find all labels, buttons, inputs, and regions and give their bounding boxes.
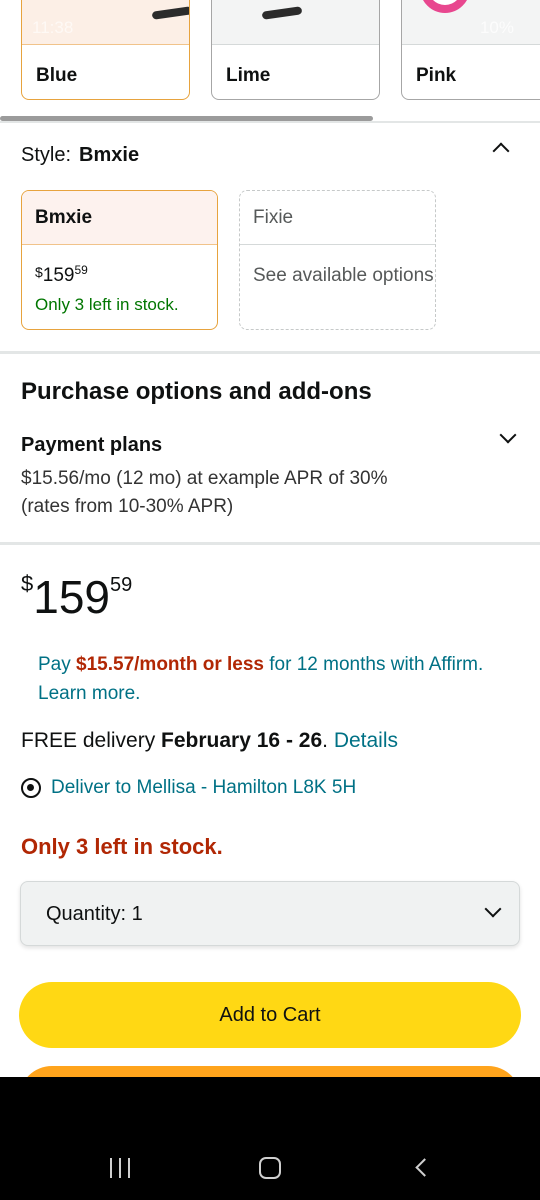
- color-option-label: Lime: [226, 65, 271, 86]
- affirm-financing[interactable]: Pay $15.57/month or less for 12 months w…: [38, 650, 508, 708]
- style-label: Style: Bmxie: [21, 144, 139, 167]
- quantity-label-text: Quantity:: [46, 903, 127, 925]
- quantity-value: 1: [131, 903, 143, 925]
- style-option-stock: Only 3 left in stock.: [35, 295, 179, 314]
- price-currency: $: [35, 264, 43, 280]
- price-whole: 159: [42, 265, 75, 286]
- color-thumbnail-pink: [402, 0, 540, 45]
- purchase-options-title: Purchase options and add-ons: [21, 378, 372, 405]
- swatch-scrollbar[interactable]: [0, 116, 373, 121]
- color-option-pink[interactable]: Pink: [401, 0, 540, 100]
- affirm-amount: $15.57/month or less: [76, 654, 264, 675]
- deliver-to-link[interactable]: Deliver to Mellisa - Hamilton L8K 5H: [51, 777, 356, 799]
- back-icon[interactable]: [415, 1158, 434, 1177]
- swatch-scrollbar-track: [0, 121, 540, 123]
- style-option-availability: See available options: [253, 265, 434, 286]
- chevron-down-icon[interactable]: [499, 426, 517, 444]
- section-divider: [0, 542, 540, 545]
- color-option-label: Blue: [36, 65, 78, 86]
- style-option-fixie[interactable]: Fixie See available options: [239, 190, 436, 330]
- style-selected-value: Bmxie: [79, 144, 140, 166]
- price: $15959: [21, 570, 132, 624]
- delivery-prefix: FREE delivery: [21, 729, 156, 752]
- quantity-label: Quantity: 1: [46, 903, 143, 926]
- color-option-lime[interactable]: Lime: [211, 0, 380, 100]
- affirm-prefix: Pay: [38, 654, 71, 675]
- price-fraction: 59: [74, 263, 88, 277]
- section-divider: [0, 351, 540, 354]
- quantity-select[interactable]: Quantity: 1: [20, 881, 520, 946]
- affirm-suffix: for 12 months with Affirm.: [269, 654, 484, 675]
- location-pin-icon: [21, 778, 41, 798]
- chevron-up-icon[interactable]: [492, 142, 510, 160]
- style-option-name: Fixie: [240, 191, 435, 245]
- delivery-details-link[interactable]: Details: [334, 729, 398, 752]
- delivery-info: FREE delivery February 16 - 26. Details: [21, 729, 399, 752]
- price-fraction: 59: [110, 574, 133, 596]
- color-option-blue[interactable]: Blue: [21, 0, 190, 100]
- home-icon[interactable]: [259, 1157, 281, 1179]
- stock-message: Only 3 left in stock.: [21, 834, 223, 859]
- delivery-dates: February 16 - 26: [161, 729, 323, 752]
- chevron-down-icon: [484, 900, 502, 918]
- price-whole: 159: [33, 571, 110, 623]
- affirm-learn-more-link[interactable]: Learn more.: [38, 683, 140, 704]
- color-thumbnail-lime: [212, 0, 379, 45]
- style-label-text: Style:: [21, 144, 72, 166]
- price-currency: $: [21, 571, 34, 596]
- add-to-cart-button[interactable]: Add to Cart: [19, 982, 521, 1048]
- style-option-price: $15959: [35, 263, 88, 287]
- style-option-name: Bmxie: [22, 191, 217, 245]
- color-option-label: Pink: [416, 65, 457, 86]
- color-thumbnail-blue: [22, 0, 189, 45]
- recent-apps-icon[interactable]: [107, 1158, 133, 1178]
- payment-plans-title[interactable]: Payment plans: [21, 434, 162, 457]
- system-nav-bar: [0, 1077, 540, 1200]
- payment-plans-description: $15.56/mo (12 mo) at example APR of 30% …: [21, 468, 388, 517]
- style-option-bmxie[interactable]: Bmxie $15959 Only 3 left in stock.: [21, 190, 218, 330]
